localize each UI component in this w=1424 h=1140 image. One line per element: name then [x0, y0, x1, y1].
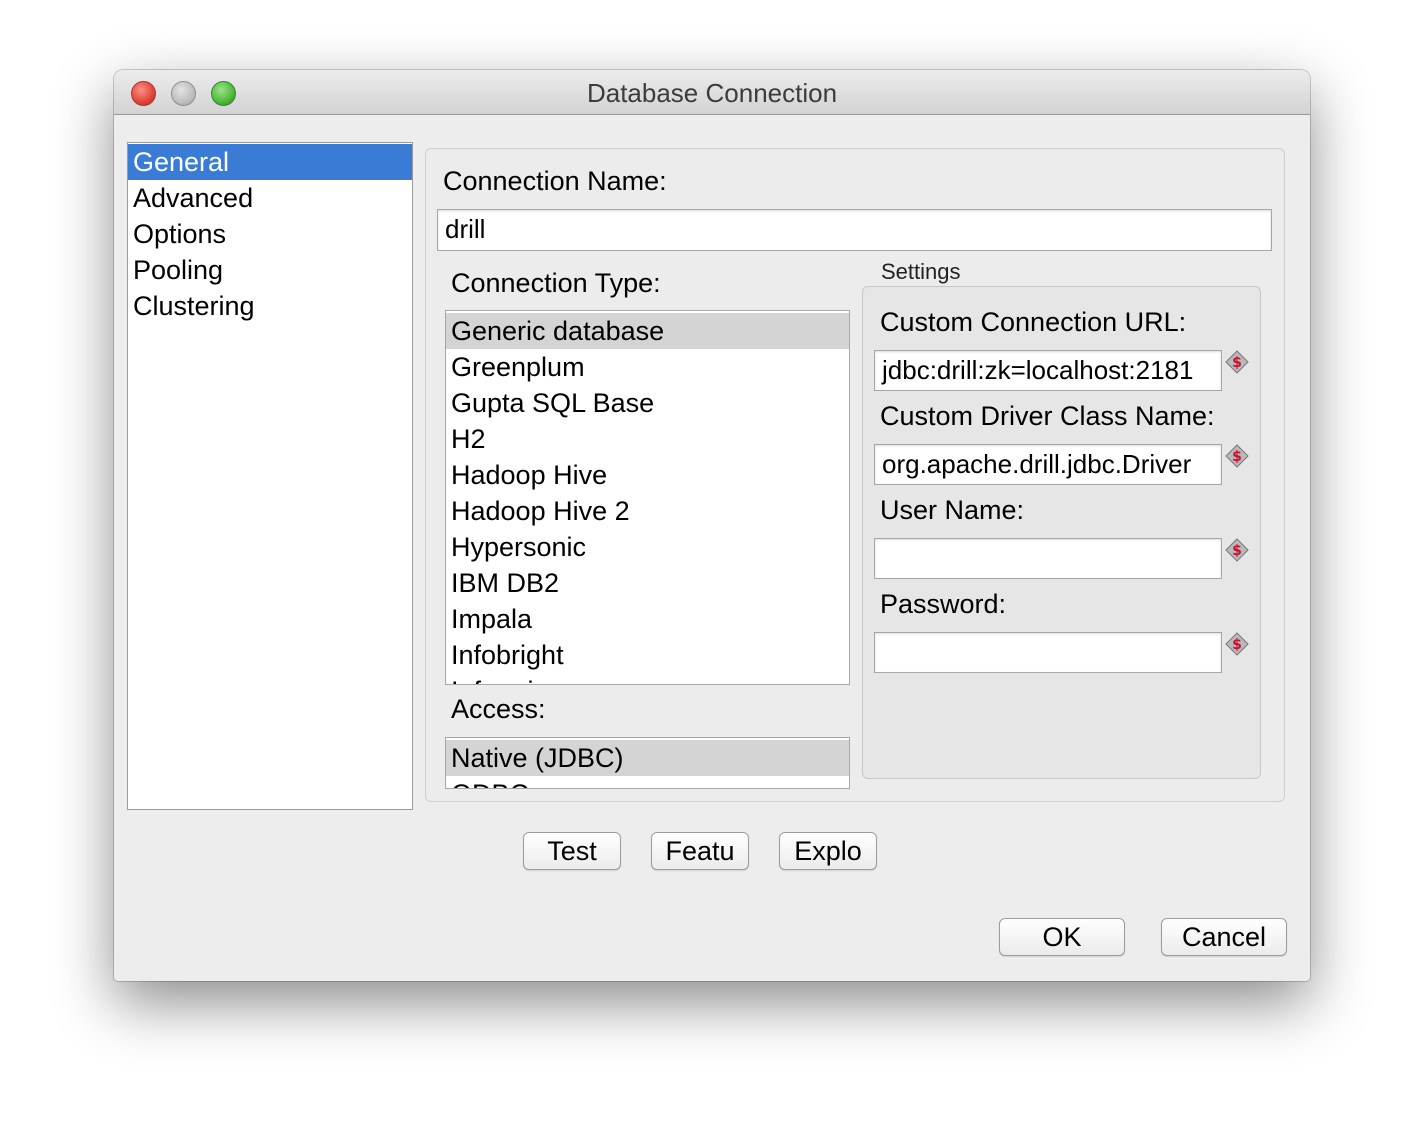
cancel-button[interactable]: Cancel — [1161, 918, 1287, 956]
access-list[interactable]: Native (JDBC) ODBC — [445, 737, 850, 789]
connection-name-label: Connection Name: — [443, 166, 667, 196]
list-item[interactable]: Native (JDBC) — [446, 740, 849, 776]
list-item[interactable]: Greenplum — [446, 349, 849, 385]
connection-name-input[interactable]: drill — [437, 209, 1272, 251]
ok-button[interactable]: OK — [999, 918, 1125, 956]
category-nav: General Advanced Options Pooling Cluster… — [127, 142, 413, 810]
connection-type-list[interactable]: Generic database Greenplum Gupta SQL Bas… — [445, 310, 850, 685]
list-item[interactable]: Informix — [446, 673, 849, 684]
settings-group-title: Settings — [881, 259, 961, 284]
svg-text:$: $ — [1232, 355, 1242, 371]
password-input[interactable] — [874, 632, 1222, 673]
access-label: Access: — [451, 694, 546, 724]
explore-button[interactable]: Explo — [779, 832, 877, 870]
driver-class-label: Custom Driver Class Name: — [880, 401, 1215, 431]
nav-item-general[interactable]: General — [128, 144, 412, 180]
variable-icon[interactable]: $ — [1225, 444, 1249, 468]
settings-group: Custom Connection URL: jdbc:drill:zk=loc… — [862, 286, 1261, 779]
driver-class-input[interactable]: org.apache.drill.jdbc.Driver — [874, 444, 1222, 485]
list-item[interactable]: Impala — [446, 601, 849, 637]
list-item[interactable]: Hypersonic — [446, 529, 849, 565]
nav-item-pooling[interactable]: Pooling — [128, 252, 412, 288]
list-item[interactable]: Hadoop Hive — [446, 457, 849, 493]
user-name-input[interactable] — [874, 538, 1222, 579]
database-connection-dialog: Database Connection General Advanced Opt… — [114, 70, 1310, 981]
nav-item-clustering[interactable]: Clustering — [128, 288, 412, 324]
list-item[interactable]: H2 — [446, 421, 849, 457]
svg-text:$: $ — [1232, 637, 1242, 653]
custom-url-input[interactable]: jdbc:drill:zk=localhost:2181 — [874, 350, 1222, 391]
window-title: Database Connection — [586, 78, 838, 108]
variable-icon[interactable]: $ — [1225, 538, 1249, 562]
custom-url-label: Custom Connection URL: — [880, 307, 1187, 337]
svg-text:$: $ — [1232, 543, 1242, 559]
password-label: Password: — [880, 589, 1007, 619]
variable-icon[interactable]: $ — [1225, 350, 1249, 374]
list-item[interactable]: Gupta SQL Base — [446, 385, 849, 421]
variable-icon[interactable]: $ — [1225, 632, 1249, 656]
list-item[interactable]: IBM DB2 — [446, 565, 849, 601]
feature-list-button[interactable]: Featu — [651, 832, 749, 870]
list-item[interactable]: Generic database — [446, 313, 849, 349]
nav-item-options[interactable]: Options — [128, 216, 412, 252]
user-name-label: User Name: — [880, 495, 1025, 525]
connection-type-label: Connection Type: — [451, 268, 661, 298]
nav-item-advanced[interactable]: Advanced — [128, 180, 412, 216]
list-item[interactable]: Infobright — [446, 637, 849, 673]
test-button[interactable]: Test — [523, 832, 621, 870]
title-bar: Database Connection — [114, 70, 1310, 115]
list-item[interactable]: Hadoop Hive 2 — [446, 493, 849, 529]
svg-text:$: $ — [1232, 449, 1242, 465]
list-item[interactable]: ODBC — [446, 776, 849, 788]
